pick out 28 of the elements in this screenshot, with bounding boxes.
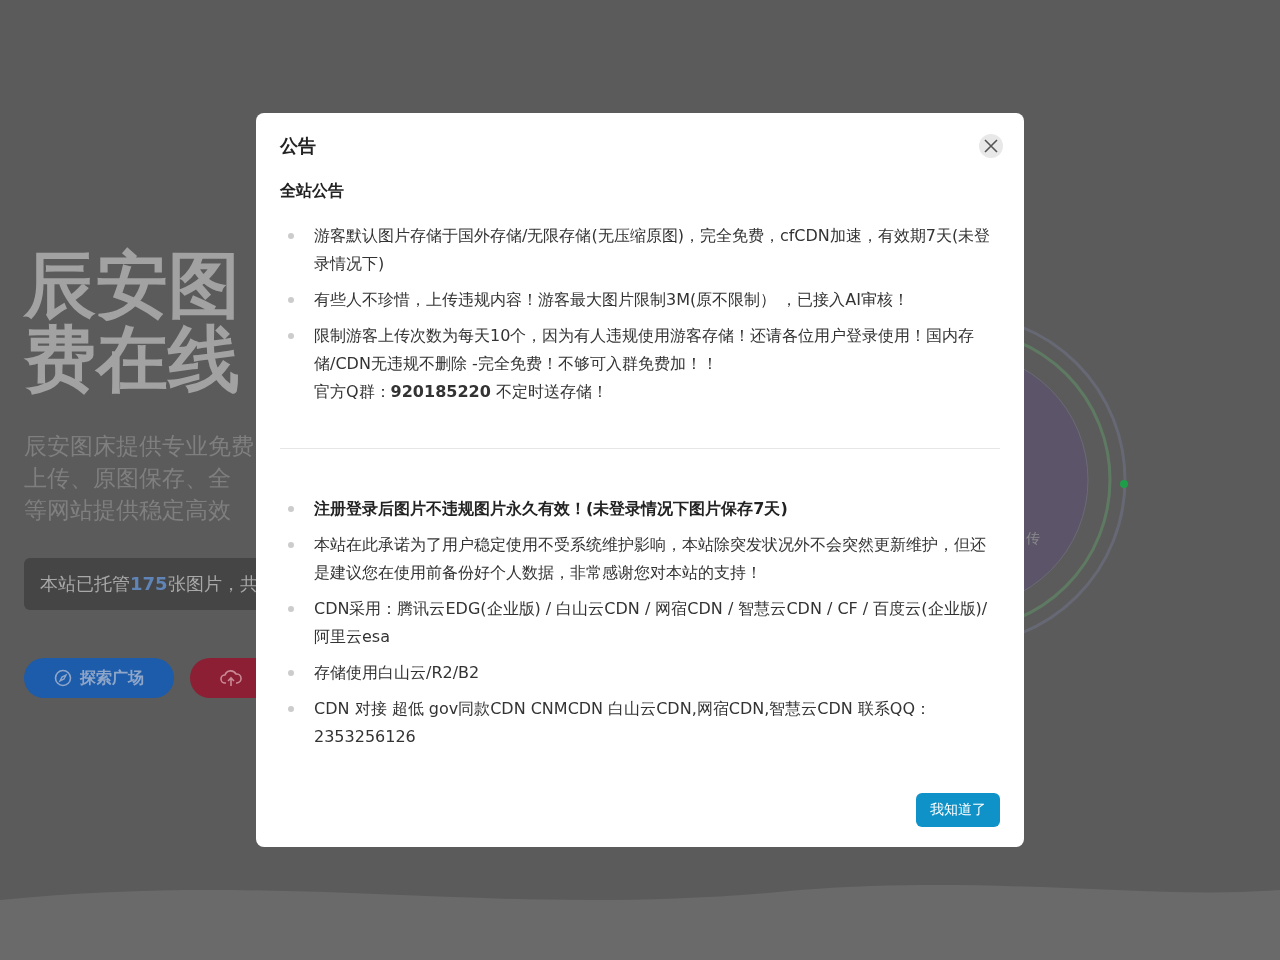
close-button[interactable]	[979, 134, 1003, 158]
hero-title: 费在线	[24, 322, 240, 396]
bullet-icon	[288, 670, 294, 676]
hero-title: 辰安图	[24, 248, 240, 322]
bullet-icon	[288, 297, 294, 303]
notice-text: 有些人不珍惜，上传违规内容！游客最大图片限制3M(原不限制） ，已接入AI审核！	[314, 289, 910, 311]
bullet-icon	[288, 706, 294, 712]
bullet-icon	[288, 542, 294, 548]
notice-text: CDN采用：腾讯云EDG(企业版) / 白山云CDN / 网宿CDN / 智慧云CDN / CF / 百度云(企业版)/阿里云esa	[314, 598, 989, 648]
compass-icon	[54, 669, 72, 687]
bullet-icon	[288, 233, 294, 239]
close-icon	[984, 139, 998, 153]
notice-text: 官方Q群：920185220 不定时送存储！	[314, 381, 609, 403]
notice-text: 本站在此承诺为了用户稳定使用不受系统维护影响，本站除突发状况外不会突然更新维护，但还是建议您在使用前备份好个人数据，非常感谢您对本站的支持！	[314, 534, 987, 584]
stats-text: 本站已托管175张图片，共	[40, 572, 258, 596]
notice-text: 注册登录后图片不违规图片永久有效！(未登录情况下图片保存7天)	[314, 498, 789, 520]
bullet-icon	[288, 333, 294, 339]
dialog-title: 公告	[280, 134, 316, 158]
notice-text: 限制游客上传次数为每天10个，因为有人违规使用游客存储！还请各位用户登录使用！国内存储/CDN无违规不删除 -完全免费！不够可入群免费加！！	[314, 325, 976, 375]
notice-text: 存储使用白山云/R2/B2	[314, 662, 481, 684]
explore-button[interactable]: 探索广场	[24, 658, 174, 698]
notice-text: 游客默认图片存储于国外存储/无限存储(无压缩原图)，完全免费，cfCDN加速，有效期7天(未登录情况下)	[314, 225, 992, 275]
section-heading: 全站公告	[280, 181, 344, 202]
confirm-button[interactable]: 我知道了	[916, 793, 1000, 827]
cloud-upload-icon	[220, 669, 242, 687]
notice-text: CDN 对接 超低 gov同款CDN CNMCDN 白山云CDN,网宿CDN,智慧云CDN 联系QQ：2353256126	[314, 698, 932, 748]
bullet-icon	[288, 506, 294, 512]
bullet-icon	[288, 606, 294, 612]
